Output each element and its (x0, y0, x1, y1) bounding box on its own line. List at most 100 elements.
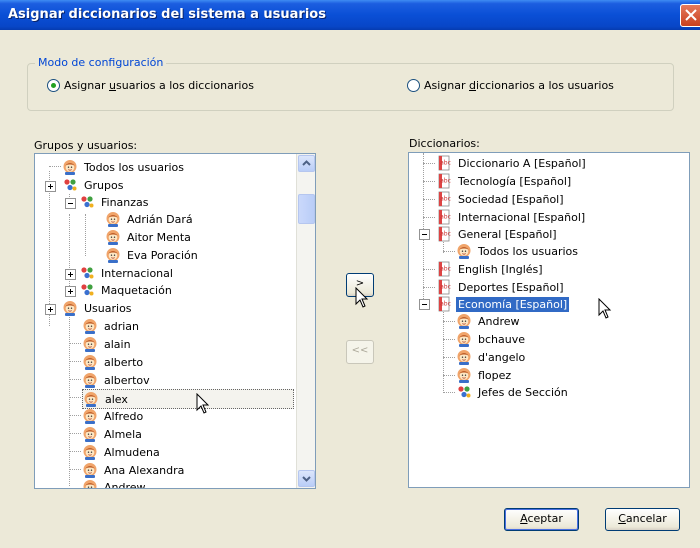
tree-line (69, 214, 70, 292)
tree-item-user[interactable]: Andrew (456, 312, 522, 330)
tree-item-user[interactable]: Almela (82, 425, 144, 443)
chevron-down-icon (302, 476, 311, 482)
users-tree[interactable]: Todos los usuarios Grupos Finanzas Adriá… (34, 153, 316, 489)
tree-item-user[interactable]: bchauve (456, 330, 527, 348)
radio-assign-dicts[interactable]: Asignar diccionarios a los usuarios (407, 79, 614, 92)
tree-item-user[interactable]: Todos los usuarios (456, 242, 580, 260)
expand-internacional-button[interactable] (65, 269, 76, 280)
cancel-button[interactable]: Cancelar (605, 508, 680, 531)
chevron-up-icon (302, 160, 311, 166)
scroll-down-button[interactable] (298, 470, 315, 487)
user-icon (105, 229, 121, 245)
tree-line (69, 314, 70, 486)
tree-item-user[interactable]: alberto (82, 353, 145, 371)
tree-item-dictionary-selected[interactable]: Economía [Español] (436, 295, 570, 313)
user-icon (82, 479, 98, 489)
user-icon (82, 444, 98, 460)
user-icon (82, 336, 98, 352)
tree-item-user[interactable]: Aitor Menta (105, 228, 193, 246)
dictionary-icon (436, 226, 452, 242)
user-icon (456, 243, 472, 259)
tree-item-dictionary[interactable]: Internacional [Español] (436, 208, 587, 226)
tree-item-dictionary[interactable]: Sociedad [Español] (436, 190, 566, 208)
tree-line (423, 269, 435, 270)
scroll-thumb[interactable] (298, 194, 315, 224)
dictionary-icon (436, 155, 452, 171)
dictionary-icon (436, 191, 452, 207)
tree-line (423, 163, 435, 164)
tree-item-user[interactable]: Andrew (82, 478, 148, 489)
tree-item-user[interactable]: adrian (82, 317, 141, 335)
tree-item-user-selected[interactable]: alex (82, 389, 294, 409)
user-icon (83, 391, 99, 407)
title-bar[interactable]: Asignar diccionarios del sistema a usuar… (0, 0, 700, 30)
dictionary-icon (436, 261, 452, 277)
tree-item-usuarios[interactable]: Usuarios (62, 299, 134, 317)
tree-line (69, 415, 81, 416)
tree-item-user[interactable]: Eva Poración (105, 246, 200, 264)
tree-item-dictionary[interactable]: Diccionario A [Español] (436, 154, 588, 172)
tree-line (443, 251, 455, 252)
expand-groups-button[interactable] (45, 181, 56, 192)
tree-item-user[interactable]: Alfredo (82, 407, 145, 425)
tree-item-user[interactable]: flopez (456, 366, 513, 384)
tree-line (423, 199, 435, 200)
tree-line (85, 214, 86, 256)
tree-item-user[interactable]: albertov (82, 371, 152, 389)
tree-item-maquetacion[interactable]: Maquetación (79, 281, 174, 299)
tree-line (69, 343, 81, 344)
mouse-pointer-icon (196, 393, 210, 414)
tree-item-user[interactable]: alain (82, 335, 133, 353)
dictionaries-tree[interactable]: Diccionario A [Español] Tecnología [Espa… (408, 152, 690, 488)
tree-line (69, 397, 81, 398)
tree-item-groups[interactable]: Grupos (62, 176, 125, 194)
tree-line (69, 451, 81, 452)
group-icon (456, 384, 472, 400)
user-icon (82, 426, 98, 442)
tree-item-user[interactable]: Almudena (82, 443, 162, 461)
collapse-finanzas-button[interactable] (65, 198, 76, 209)
tree-item-dictionary[interactable]: General [Español] (436, 225, 559, 243)
users-tree-scrollbar[interactable] (296, 154, 315, 488)
tree-item-finanzas[interactable]: Finanzas (79, 193, 151, 211)
accept-button[interactable]: Aceptar (504, 508, 579, 531)
config-mode-label: Modo de configuración (35, 56, 167, 69)
user-icon (82, 462, 98, 478)
tree-item-user[interactable]: d'angelo (456, 348, 527, 366)
tree-item-user[interactable]: Adrián Dará (105, 210, 195, 228)
collapse-economia-button[interactable] (419, 299, 430, 310)
tree-line (423, 181, 435, 182)
tree-item-dictionary[interactable]: Tecnología [Español] (436, 172, 573, 190)
tree-item-group[interactable]: Jefes de Sección (456, 383, 570, 401)
collapse-general-button[interactable] (419, 229, 430, 240)
mouse-pointer-icon (598, 298, 612, 319)
remove-button[interactable]: << (346, 340, 374, 364)
tree-item-internacional[interactable]: Internacional (79, 264, 175, 282)
radio-assign-dicts-label: Asignar diccionarios a los usuarios (424, 79, 614, 92)
user-icon (82, 372, 98, 388)
tree-item-all-users[interactable]: Todos los usuarios (62, 158, 186, 176)
tree-item-user[interactable]: Ana Alexandra (82, 461, 186, 479)
radio-assign-dicts-indicator[interactable] (407, 79, 420, 92)
radio-assign-users[interactable]: Asignar usuarios a los diccionarios (47, 79, 254, 92)
group-icon (79, 282, 95, 298)
user-icon (456, 367, 472, 383)
tree-line (69, 379, 81, 380)
tree-line (69, 469, 81, 470)
tree-item-dictionary[interactable]: English [Inglés] (436, 260, 545, 278)
tree-line (443, 321, 455, 322)
users-panel-label: Grupos y usuarios: (34, 139, 138, 152)
expand-maquetacion-button[interactable] (65, 286, 76, 297)
radio-assign-users-label: Asignar usuarios a los diccionarios (64, 79, 254, 92)
dictionary-icon (436, 173, 452, 189)
tree-line (443, 392, 455, 393)
radio-assign-users-indicator[interactable] (47, 79, 60, 92)
group-icon (79, 194, 95, 210)
group-icon (62, 177, 78, 193)
tree-line (423, 217, 435, 218)
user-icon (105, 247, 121, 263)
tree-item-dictionary[interactable]: Deportes [Español] (436, 278, 566, 296)
expand-usuarios-button[interactable] (45, 304, 56, 315)
scroll-up-button[interactable] (298, 155, 315, 172)
close-button[interactable] (680, 4, 700, 27)
